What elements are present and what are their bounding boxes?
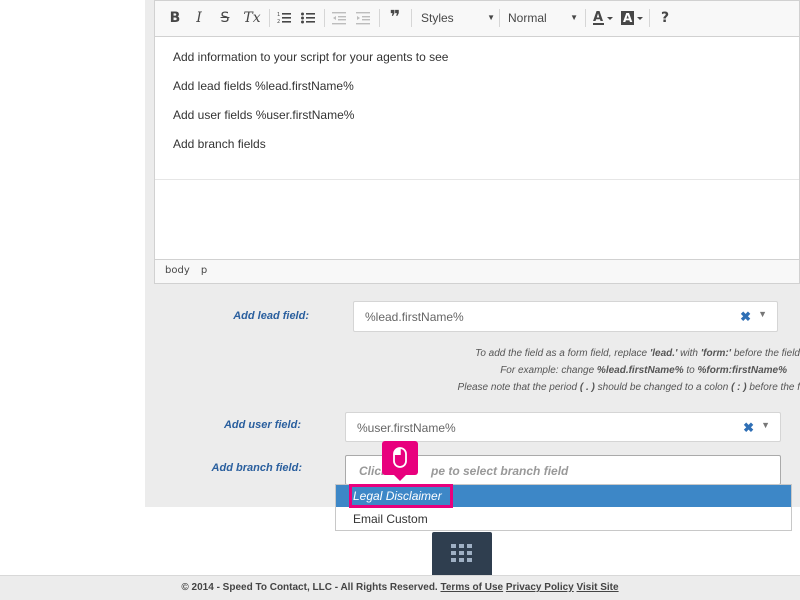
branch-field-placeholder-end: pe to select branch field: [431, 464, 569, 478]
editor-line: Add user fields %user.firstName%: [173, 108, 355, 122]
svg-text:A: A: [593, 10, 603, 25]
styles-dropdown[interactable]: Styles ▼: [417, 7, 499, 29]
user-field-label: Add user field:: [223, 419, 301, 431]
toolbar-separator: [324, 9, 325, 27]
branch-option-email-custom[interactable]: Email Custom: [336, 508, 791, 530]
editor-line: Add information to your script for your …: [173, 50, 449, 64]
numbered-list-button[interactable]: 12: [274, 7, 294, 29]
svg-text:A: A: [623, 11, 633, 25]
background-color-button[interactable]: A: [619, 7, 645, 29]
toolbar-separator: [499, 9, 500, 27]
lead-field-select[interactable]: %lead.firstName% ✖ ▼: [353, 301, 778, 332]
rich-text-editor: B I S Tx 12 ❞ Styles ▼ Normal ▼ A A ? Ad…: [154, 0, 800, 284]
app-grid-button[interactable]: [432, 532, 492, 575]
chevron-down-icon: ▼: [570, 13, 578, 22]
clear-icon[interactable]: ✖: [740, 309, 751, 325]
bulleted-list-button[interactable]: [298, 7, 318, 29]
outdent-icon: [332, 12, 346, 25]
toolbar-separator: [411, 9, 412, 27]
footer-copyright: © 2014 - Speed To Contact, LLC - All Rig…: [181, 582, 438, 593]
editor-toolbar: B I S Tx 12 ❞ Styles ▼ Normal ▼ A A ?: [155, 1, 799, 37]
footer-terms-link[interactable]: Terms of Use: [441, 582, 504, 593]
bold-button[interactable]: B: [165, 7, 185, 29]
hint-line-3: Please note that the period ( . ) should…: [457, 382, 800, 393]
editor-line: Add branch fields: [173, 137, 266, 151]
background-color-icon: A: [621, 11, 643, 25]
format-dropdown-label: Normal: [508, 11, 547, 25]
lead-field-label: Add lead field:: [233, 310, 309, 322]
lead-field-value: %lead.firstName%: [365, 310, 464, 324]
format-dropdown[interactable]: Normal ▼: [504, 7, 582, 29]
toolbar-separator: [379, 9, 380, 27]
clear-icon[interactable]: ✖: [743, 420, 754, 436]
grid-icon: [451, 544, 472, 562]
blockquote-button[interactable]: ❞: [385, 7, 405, 29]
click-indicator: [382, 441, 418, 481]
text-color-icon: A: [593, 10, 613, 25]
footer-visit-site-link[interactable]: Visit Site: [577, 582, 619, 593]
user-field-select[interactable]: %user.firstName% ✖ ▼: [345, 412, 781, 442]
footer-privacy-link[interactable]: Privacy Policy: [506, 582, 574, 593]
path-element-p[interactable]: p: [201, 265, 207, 276]
path-element-body[interactable]: body: [165, 265, 190, 276]
left-pane: [0, 0, 145, 575]
text-color-button[interactable]: A: [591, 7, 615, 29]
editor-content[interactable]: Add information to your script for your …: [173, 51, 448, 167]
branch-field-label: Add branch field:: [211, 462, 302, 474]
toolbar-separator: [269, 9, 270, 27]
chevron-down-icon[interactable]: ▼: [758, 309, 767, 319]
chevron-down-icon: ▼: [487, 13, 495, 22]
editor-path-bar: body p: [155, 259, 799, 283]
help-button[interactable]: ?: [655, 7, 675, 29]
editor-divider: [155, 179, 799, 180]
click-target-highlight: [349, 484, 453, 508]
bulleted-list-icon: [301, 12, 315, 24]
decrease-indent-button[interactable]: [329, 7, 349, 29]
editor-line: Add lead fields %lead.firstName%: [173, 79, 354, 93]
strikethrough-button[interactable]: S: [215, 7, 235, 29]
indent-icon: [356, 12, 370, 25]
hint-line-2: For example: change %lead.firstName% to …: [500, 365, 787, 376]
styles-dropdown-label: Styles: [421, 11, 454, 25]
chevron-down-icon[interactable]: ▼: [761, 420, 770, 430]
toolbar-separator: [585, 9, 586, 27]
italic-button[interactable]: I: [189, 7, 209, 29]
increase-indent-button[interactable]: [353, 7, 373, 29]
remove-format-button[interactable]: Tx: [241, 7, 263, 29]
hint-line-1: To add the field as a form field, replac…: [475, 348, 800, 359]
page-footer: © 2014 - Speed To Contact, LLC - All Rig…: [0, 575, 800, 600]
user-field-value: %user.firstName%: [357, 421, 456, 435]
mouse-icon: [393, 447, 407, 468]
numbered-list-icon: 12: [277, 12, 291, 25]
svg-text:2: 2: [277, 19, 280, 25]
toolbar-separator: [649, 9, 650, 27]
svg-text:1: 1: [277, 12, 280, 18]
